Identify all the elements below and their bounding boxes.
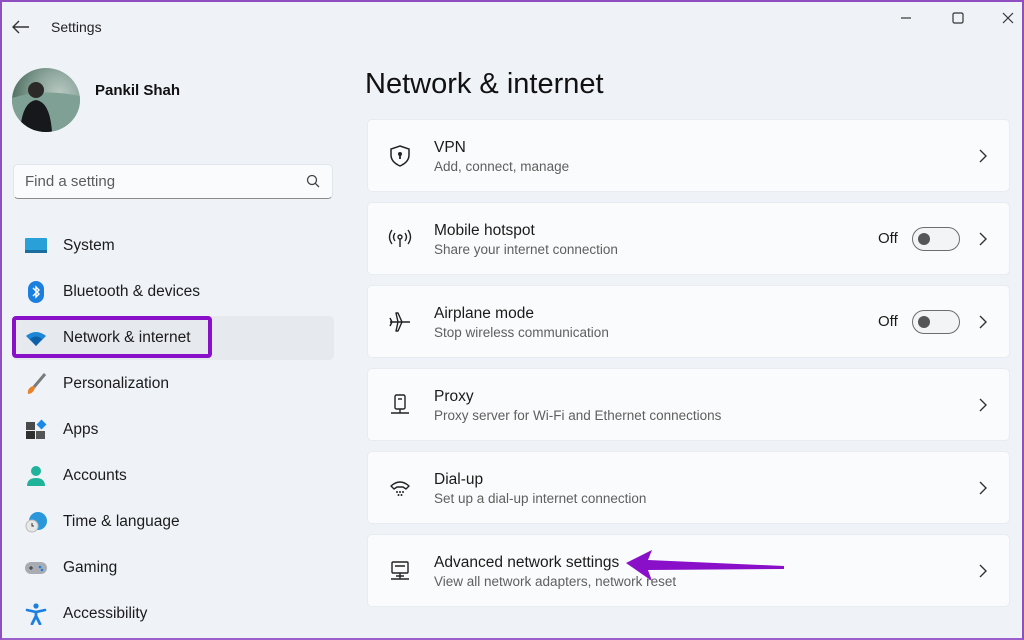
minimize-button[interactable] bbox=[886, 6, 926, 30]
sidebar-item-label: System bbox=[63, 237, 115, 254]
avatar bbox=[12, 68, 80, 132]
sidebar-item-gaming[interactable]: Gaming bbox=[12, 546, 334, 590]
mobile-hotspot-toggle[interactable] bbox=[912, 227, 960, 251]
sidebar-item-personalization[interactable]: Personalization bbox=[12, 362, 334, 406]
chevron-right-icon bbox=[979, 232, 987, 246]
settings-list: VPN Add, connect, manage Mobile hotspot … bbox=[367, 119, 1010, 617]
dialup-icon bbox=[390, 481, 410, 496]
sidebar-item-label: Gaming bbox=[63, 559, 118, 576]
chevron-right-icon bbox=[979, 481, 987, 495]
sidebar-item-label: Bluetooth & devices bbox=[63, 283, 201, 300]
card-vpn[interactable]: VPN Add, connect, manage bbox=[367, 119, 1010, 192]
card-title: VPN bbox=[434, 139, 466, 156]
sidebar-item-label: Apps bbox=[63, 421, 99, 438]
minimize-icon bbox=[901, 17, 911, 19]
toggle-state-label: Off bbox=[878, 230, 898, 247]
maximize-icon bbox=[952, 12, 964, 24]
sidebar-item-apps[interactable]: Apps bbox=[12, 408, 334, 452]
title-bar: Settings bbox=[2, 2, 1022, 52]
app-title: Settings bbox=[51, 19, 102, 35]
card-subtitle: Proxy server for Wi-Fi and Ethernet conn… bbox=[434, 408, 722, 423]
back-arrow-icon bbox=[12, 20, 29, 34]
card-mobile-hotspot[interactable]: Mobile hotspot Share your internet conne… bbox=[367, 202, 1010, 275]
sidebar-item-label: Personalization bbox=[63, 375, 169, 392]
chevron-right-icon bbox=[979, 315, 987, 329]
back-button[interactable] bbox=[10, 16, 32, 38]
sidebar-item-accessibility[interactable]: Accessibility bbox=[12, 592, 334, 636]
sidebar-item-label: Accounts bbox=[63, 467, 127, 484]
globe-clock-icon bbox=[25, 512, 47, 533]
search-box[interactable] bbox=[13, 164, 333, 199]
accessibility-icon bbox=[25, 603, 47, 625]
system-icon bbox=[25, 238, 47, 253]
card-subtitle: View all network adapters, network reset bbox=[434, 574, 677, 589]
card-subtitle: Share your internet connection bbox=[434, 242, 618, 257]
sidebar-item-accounts[interactable]: Accounts bbox=[12, 454, 334, 498]
paintbrush-icon bbox=[27, 373, 47, 394]
card-dial-up[interactable]: Dial-up Set up a dial-up internet connec… bbox=[367, 451, 1010, 524]
card-title: Advanced network settings bbox=[434, 554, 620, 571]
chevron-right-icon bbox=[979, 398, 987, 412]
toggle-knob bbox=[918, 316, 930, 328]
sidebar-nav: System Bluetooth & devices Network & int… bbox=[12, 224, 334, 638]
page-title: Network & internet bbox=[365, 68, 604, 100]
card-title: Airplane mode bbox=[434, 305, 534, 322]
close-icon bbox=[1002, 12, 1014, 24]
maximize-button[interactable] bbox=[938, 6, 978, 30]
chevron-right-icon bbox=[979, 564, 987, 578]
hotspot-icon bbox=[388, 229, 412, 247]
card-airplane-mode[interactable]: Airplane mode Stop wireless communicatio… bbox=[367, 285, 1010, 358]
card-title: Proxy bbox=[434, 388, 474, 405]
card-subtitle: Set up a dial-up internet connection bbox=[434, 491, 647, 506]
sidebar-item-bluetooth[interactable]: Bluetooth & devices bbox=[12, 270, 334, 314]
card-title: Dial-up bbox=[434, 471, 484, 488]
sidebar-item-network[interactable]: Network & internet bbox=[12, 316, 334, 360]
search-icon[interactable] bbox=[306, 174, 320, 188]
card-subtitle: Stop wireless communication bbox=[434, 325, 609, 340]
sidebar-item-label: Time & language bbox=[63, 513, 180, 530]
sidebar-item-system[interactable]: System bbox=[12, 224, 334, 268]
sidebar-item-label: Network & internet bbox=[63, 329, 191, 346]
sidebar-item-label: Accessibility bbox=[63, 605, 148, 622]
search-input[interactable] bbox=[14, 165, 294, 198]
close-button[interactable] bbox=[988, 6, 1024, 30]
card-title: Mobile hotspot bbox=[434, 222, 535, 239]
airplane-mode-toggle[interactable] bbox=[912, 310, 960, 334]
bluetooth-icon bbox=[28, 281, 44, 303]
gamepad-icon bbox=[25, 562, 47, 574]
proxy-icon bbox=[391, 394, 409, 414]
card-subtitle: Add, connect, manage bbox=[434, 159, 570, 174]
shield-lock-icon bbox=[390, 145, 410, 167]
toggle-knob bbox=[918, 233, 930, 245]
card-proxy[interactable]: Proxy Proxy server for Wi-Fi and Etherne… bbox=[367, 368, 1010, 441]
wifi-icon bbox=[26, 332, 46, 346]
airplane-icon bbox=[389, 312, 410, 332]
chevron-right-icon bbox=[979, 149, 987, 163]
profile-name: Pankil Shah bbox=[95, 82, 181, 99]
toggle-state-label: Off bbox=[878, 313, 898, 330]
person-icon bbox=[27, 466, 45, 486]
sidebar-item-time-language[interactable]: Time & language bbox=[12, 500, 334, 544]
apps-icon bbox=[26, 419, 47, 439]
card-advanced-network-settings[interactable]: Advanced network settings View all netwo… bbox=[367, 534, 1010, 607]
network-computer-icon bbox=[391, 561, 409, 580]
